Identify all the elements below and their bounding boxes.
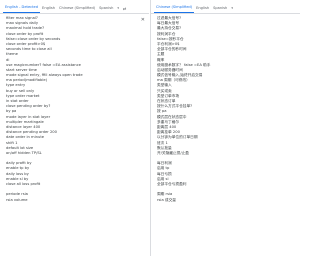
source-pane: English - Detected English Chinese (Simp… [0,0,149,256]
translation-output: 过滤最大信号? 每日最大信号 最大持仓交易? 按利润平仓 false=按秒平仓 平仓利润>… [151,14,300,203]
tab-target-chinese[interactable]: Chinese (Simplified) [154,3,195,13]
tab-detected-language[interactable]: English - Detected [3,3,41,13]
chevron-down-icon[interactable]: ▾ [117,4,119,13]
chevron-down-icon[interactable]: ▾ [231,4,233,13]
tab-spanish[interactable]: Spanish [97,4,115,13]
source-language-tabs: English - Detected English Chinese (Simp… [0,0,149,14]
tab-chinese[interactable]: Chinese (Simplified) [57,4,97,13]
tab-target-english[interactable]: English [194,4,211,13]
source-textarea[interactable]: filter max signal? max signals daily maxim… [0,14,149,203]
clear-text-icon[interactable]: ✕ [141,17,145,23]
target-text-line: rsia 成交量 [157,197,176,202]
target-language-tabs: Chinese (Simplified) English Spanish ▾ [151,0,300,14]
tab-target-spanish[interactable]: Spanish [211,4,229,13]
tab-english[interactable]: English [40,4,57,13]
swap-languages-icon[interactable]: ⇄ [123,4,126,13]
target-pane: Chinese (Simplified) English Spanish ▾ 过… [151,0,300,256]
source-text-line: rsia volume [6,197,28,202]
